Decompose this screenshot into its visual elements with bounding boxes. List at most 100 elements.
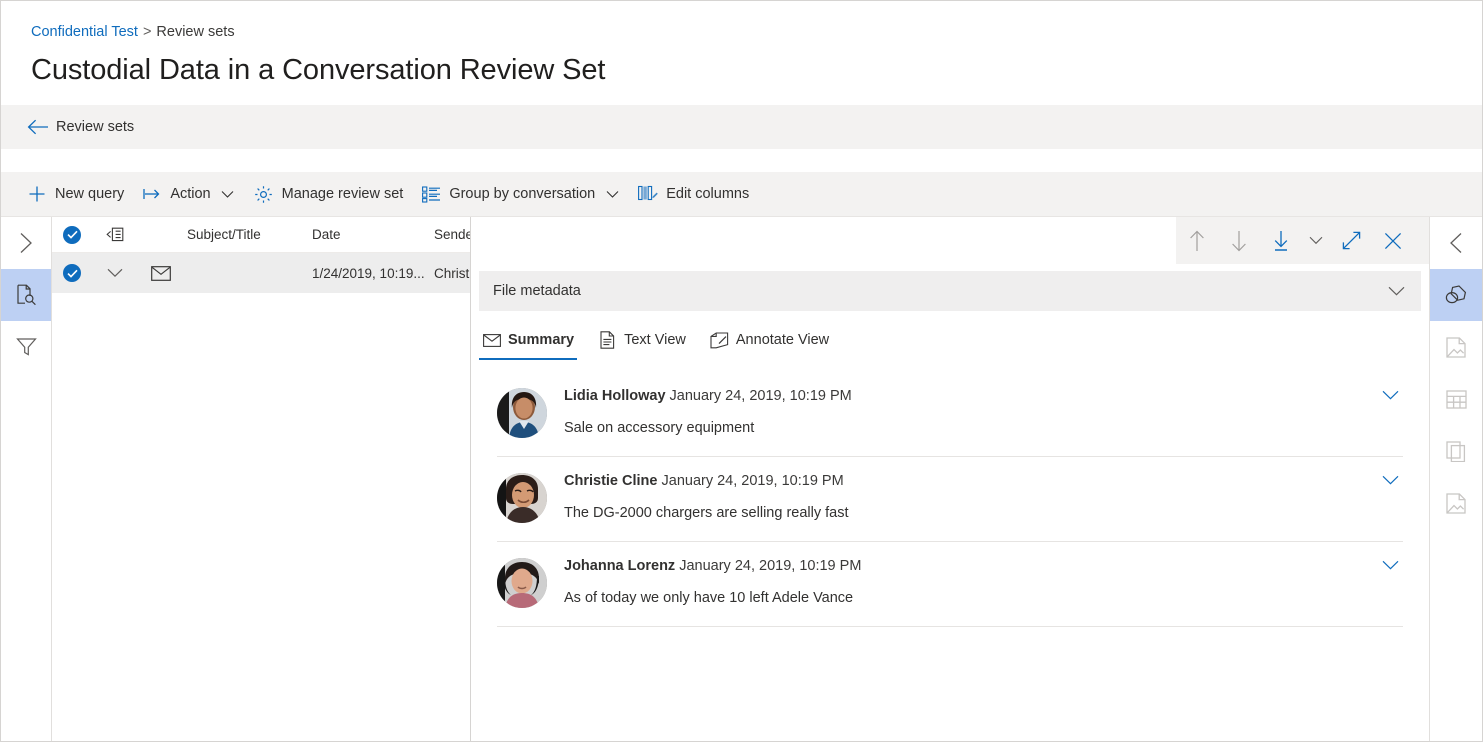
message-header: Lidia Holloway January 24, 2019, 10:19 P… [564,386,1377,406]
new-query-button[interactable]: New query [18,172,133,217]
sidebar-item-annotate[interactable] [1430,269,1482,321]
message-date: January 24, 2019, 10:19 PM [669,388,852,404]
page-header: Confidential Test > Review sets Custodial … [1,1,1482,105]
filter-funnel-icon [15,337,37,357]
expand-view-button[interactable] [1330,217,1372,264]
file-metadata-label: File metadata [493,283,581,299]
group-by-conversation-button[interactable]: Group by conversation [412,172,629,217]
action-arrow-icon [142,184,162,204]
row-checkbox[interactable] [52,264,92,282]
tab-summary-label: Summary [508,332,575,348]
detail-tabs: Summary Text View Annotate View [479,323,1421,363]
message-author: Christie Cline [564,473,658,489]
item-list-pane: Subject/Title Date Sender [52,217,471,741]
sidebar-item-filters[interactable] [1,321,51,373]
document-text-icon [598,331,617,350]
breadcrumb-separator: > [142,24,152,40]
avatar [497,558,547,608]
collapse-panel-button[interactable] [1430,217,1482,269]
sidebar-item-table-view[interactable] [1430,373,1482,425]
column-header-subject[interactable]: Subject/Title [184,227,312,242]
breadcrumb-root-link[interactable]: Confidential Test [31,24,138,40]
manage-review-set-button[interactable]: Manage review set [245,172,413,217]
command-bar-spacer [1,149,1482,172]
body-region: Subject/Title Date Sender [1,217,1482,741]
chevron-down-icon [1382,560,1399,571]
edit-columns-label: Edit columns [666,186,750,202]
row-expand-button[interactable] [92,268,137,278]
arrow-left-icon [27,118,49,136]
detail-toolbar [1176,217,1429,264]
select-all-checkbox[interactable] [52,225,92,244]
tab-text-view-label: Text View [624,332,686,348]
list-item[interactable]: Johanna Lorenz January 24, 2019, 10:19 P… [497,542,1403,627]
chevron-down-icon [604,186,620,202]
message-body: Johanna Lorenz January 24, 2019, 10:19 P… [564,556,1377,608]
plus-icon [27,184,47,204]
app-window: Confidential Test > Review sets Custodial … [0,0,1483,742]
previous-item-button[interactable] [1176,217,1218,264]
chevron-down-icon [107,268,123,278]
download-button[interactable] [1260,217,1302,264]
file-metadata-bar[interactable]: File metadata [479,271,1421,311]
list-item[interactable]: Christie Cline January 24, 2019, 10:19 P… [497,457,1403,542]
message-expand-button[interactable] [1377,471,1403,523]
message-text: The DG-2000 chargers are selling really … [564,505,849,521]
tab-annotate-view[interactable]: Annotate View [707,323,832,357]
expand-diagonal-icon [1342,231,1361,250]
message-body: Christie Cline January 24, 2019, 10:19 P… [564,471,1377,523]
sidebar-item-duplicates[interactable] [1430,425,1482,477]
tab-summary[interactable]: Summary [479,323,578,360]
close-panel-button[interactable] [1372,217,1414,264]
message-date: January 24, 2019, 10:19 PM [679,558,862,574]
message-header: Johanna Lorenz January 24, 2019, 10:19 P… [564,556,1377,576]
message-expand-button[interactable] [1377,386,1403,438]
annotate-pen-icon [710,331,729,350]
chevron-down-icon[interactable] [1388,286,1405,297]
column-header-date[interactable]: Date [312,227,434,242]
action-label: Action [170,186,211,202]
gear-icon [254,184,274,204]
group-list-icon [421,184,441,204]
page-title: Custodial Data in a Conversation Review … [31,54,606,86]
action-button[interactable]: Action [133,172,244,217]
cell-date: 1/24/2019, 10:19... [312,265,425,281]
download-options-button[interactable] [1302,217,1330,264]
cell-sender: Christie [434,265,470,281]
back-bar[interactable]: Review sets [1,105,1482,149]
tag-icon [1445,285,1467,305]
next-item-button[interactable] [1218,217,1260,264]
tab-text-view[interactable]: Text View [595,323,689,357]
collapse-rows-icon[interactable] [92,227,137,242]
list-item[interactable]: Lidia Holloway January 24, 2019, 10:19 P… [497,372,1403,457]
breadcrumb-current: Review sets [156,24,235,40]
document-page-icon [1446,492,1466,514]
download-icon [1273,230,1289,252]
list-header-row: Subject/Title Date Sender [52,217,470,253]
message-author: Johanna Lorenz [564,558,676,574]
column-header-sender[interactable]: Sender [434,227,470,242]
mail-icon [137,265,184,281]
message-date: January 24, 2019, 10:19 PM [661,473,844,489]
chevron-right-icon [19,232,33,254]
back-bar-label: Review sets [56,119,135,135]
close-icon [1384,232,1402,250]
manage-review-set-label: Manage review set [281,186,404,202]
edit-columns-button[interactable]: Edit columns [629,172,758,217]
message-author: Lidia Holloway [564,388,666,404]
chevron-down-icon [1382,390,1399,401]
table-row[interactable]: 1/24/2019, 10:19... Christie [52,253,470,293]
chevron-down-icon [1382,475,1399,486]
message-text: Sale on accessory equipment [564,420,755,436]
edit-columns-icon [638,184,659,204]
expand-panel-button[interactable] [1,217,51,269]
command-bar: New query Action Manage review set Group… [1,172,1482,217]
message-text: As of today we only have 10 left Adele V… [564,590,854,606]
message-expand-button[interactable] [1377,556,1403,608]
detail-pane: File metadata Summary Text View Annotate… [471,217,1429,741]
mail-icon [482,331,501,350]
sidebar-item-search-documents[interactable] [1,269,51,321]
sidebar-item-near-duplicates[interactable] [1430,477,1482,529]
sidebar-item-file-info[interactable] [1430,321,1482,373]
chevron-left-icon [1449,232,1463,254]
